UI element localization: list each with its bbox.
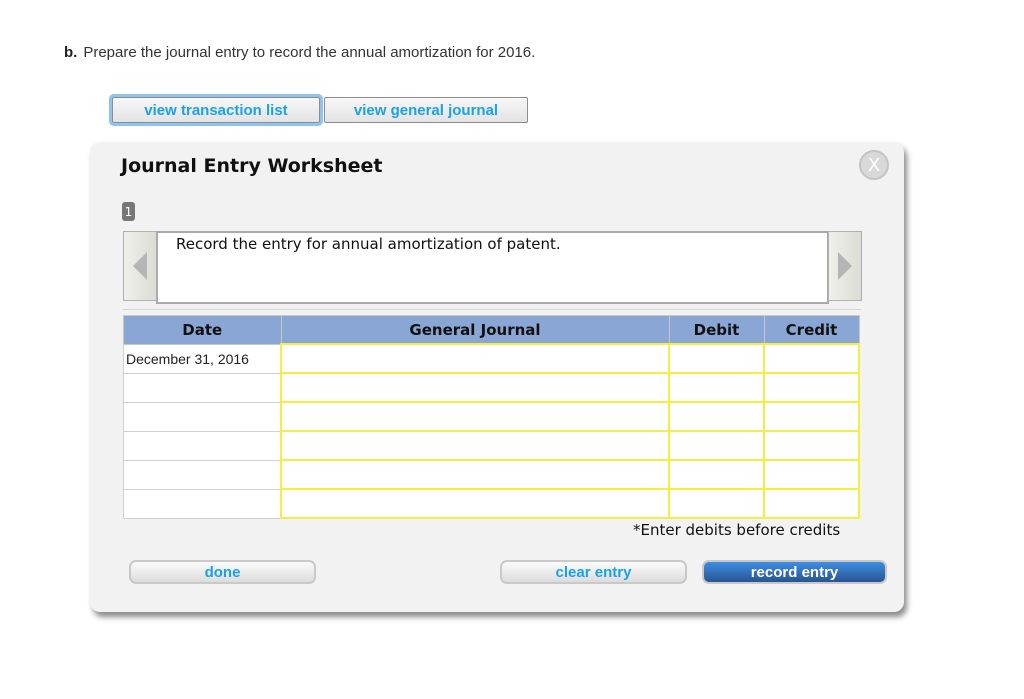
step-number-badge[interactable]: 1 [122,202,135,221]
header-debit: Debit [668,315,765,345]
next-step-button[interactable] [828,231,862,301]
question-text: Prepare the journal entry to record the … [83,44,536,61]
debit-input[interactable] [670,345,763,372]
debit-input[interactable] [670,461,763,488]
question-prompt: b. Prepare the journal entry to record th… [64,44,535,61]
header-date: Date [123,315,282,345]
date-cell [123,488,282,519]
previous-step-button[interactable] [123,231,157,301]
debit-input[interactable] [670,374,763,401]
header-general-journal: General Journal [280,315,670,345]
journal-entry-worksheet-panel: Journal Entry Worksheet X 1 Record the e… [90,142,904,612]
view-transaction-list-button[interactable]: view transaction list [112,97,320,123]
credit-input[interactable] [765,374,858,401]
header-credit: Credit [763,315,860,345]
date-cell [123,372,282,403]
clear-entry-button[interactable]: clear entry [500,560,687,584]
table-row [123,459,860,490]
credit-input[interactable] [765,403,858,430]
debits-before-credits-note: *Enter debits before credits [633,521,841,539]
record-entry-button[interactable]: record entry [702,560,887,584]
arrow-right-icon [838,252,852,280]
instruction-text: Record the entry for annual amortization… [156,231,829,304]
account-input[interactable] [282,461,668,488]
table-row [123,488,860,519]
debit-input[interactable] [670,490,763,517]
worksheet-title: Journal Entry Worksheet [121,155,383,177]
table-row [123,372,860,403]
credit-input[interactable] [765,461,858,488]
view-general-journal-button[interactable]: view general journal [324,97,528,123]
account-input[interactable] [282,374,668,401]
table-row: December 31, 2016 [123,343,860,374]
account-input[interactable] [282,432,668,459]
credit-input[interactable] [765,432,858,459]
table-row [123,430,860,461]
date-cell [123,459,282,490]
divider [123,309,861,310]
done-button[interactable]: done [129,560,316,584]
account-input[interactable] [282,403,668,430]
instruction-navigator: Record the entry for annual amortization… [123,231,862,304]
journal-table: Date General Journal Debit Credit Decemb… [123,315,860,519]
arrow-left-icon [133,252,147,280]
account-input[interactable] [282,345,668,372]
date-cell [123,430,282,461]
table-row [123,401,860,432]
account-input[interactable] [282,490,668,517]
table-header-row: Date General Journal Debit Credit [123,315,860,345]
date-cell: December 31, 2016 [123,343,282,374]
credit-input[interactable] [765,345,858,372]
debit-input[interactable] [670,403,763,430]
top-button-bar: view transaction list view general journ… [109,94,528,123]
close-icon[interactable]: X [859,150,889,180]
credit-input[interactable] [765,490,858,517]
debit-input[interactable] [670,432,763,459]
question-label: b. [64,44,78,61]
date-cell [123,401,282,432]
